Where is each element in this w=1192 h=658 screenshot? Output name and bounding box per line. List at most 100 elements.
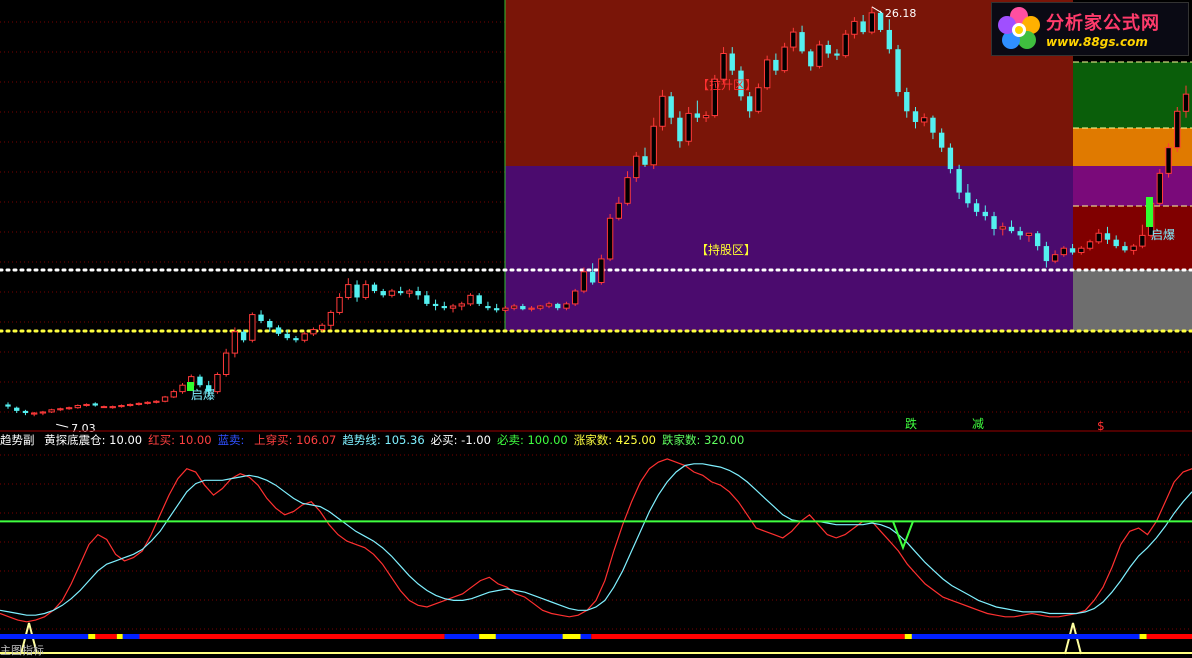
ribbon-segment: [122, 634, 140, 639]
candle-body: [118, 405, 125, 408]
flower-logo-icon: [998, 7, 1040, 49]
candle-body: [868, 12, 876, 33]
candle-body: [528, 307, 535, 310]
ribbon-segment: [904, 634, 912, 639]
candle-body: [921, 117, 928, 123]
watermark-logo: 分析家公式网 www.88gs.com: [991, 2, 1189, 56]
candle-body: [973, 203, 980, 212]
candle-body: [999, 226, 1006, 230]
bottom-indicator-label[interactable]: 主图指标: [0, 642, 44, 658]
candle-body: [476, 295, 482, 304]
candle-body: [580, 271, 588, 292]
candle-body: [485, 306, 491, 309]
candle-body: [109, 406, 116, 409]
candle-body: [126, 403, 134, 407]
candle-body: [5, 404, 11, 407]
candle-body: [659, 95, 666, 127]
candle-body: [877, 12, 884, 30]
candle-body: [284, 333, 290, 339]
watermark-url: www.88gs.com: [1046, 35, 1148, 49]
legend-item: 必买: -1.00: [430, 433, 491, 447]
legend-item: 蓝卖:: [217, 433, 249, 447]
candle-body: [589, 271, 596, 283]
candle-body: [808, 51, 814, 67]
candle-body: [991, 216, 997, 229]
candle-body: [22, 410, 29, 414]
candle-body: [702, 115, 710, 119]
candle-body: [135, 402, 143, 405]
candle-body: [982, 211, 988, 217]
candle-body: [694, 113, 701, 118]
candle-body: [267, 321, 273, 328]
candle-body: [1086, 241, 1094, 249]
candle-body: [345, 284, 352, 298]
candle-body: [956, 169, 962, 193]
ribbon-segment: [116, 634, 123, 639]
zone-lift: [505, 0, 1073, 166]
candle-body: [1069, 248, 1076, 253]
signal-label: 启爆: [191, 388, 215, 402]
candle-body: [1165, 147, 1172, 174]
candle-body: [92, 403, 98, 406]
candle-body: [799, 32, 805, 52]
candle-body: [537, 305, 544, 309]
candle-body: [886, 29, 893, 50]
ribbon-segment: [444, 634, 480, 639]
ribbon-segment: [1146, 634, 1192, 639]
candle-body: [371, 284, 378, 292]
candle-body: [834, 53, 840, 56]
signal-label: 启爆: [1151, 228, 1175, 242]
candle-body: [153, 400, 160, 403]
candle-body: [572, 290, 579, 305]
legend-item: 趋势线: 105.36: [342, 433, 425, 447]
candle-body: [1113, 239, 1119, 247]
candle-body: [83, 403, 90, 407]
ribbon-segment: [495, 634, 563, 639]
candle-body: [938, 132, 945, 148]
candle-body: [895, 49, 901, 93]
candle-body: [851, 20, 858, 35]
candle-body: [275, 327, 282, 334]
candle-body: [179, 384, 186, 393]
candle-body: [633, 155, 640, 179]
candle-body: [362, 284, 369, 298]
candle-body: [441, 306, 447, 309]
watermark-text: 分析家公式网 www.88gs.com: [1046, 9, 1160, 49]
candle-body: [258, 314, 264, 321]
min-arrow: [56, 423, 69, 428]
candle-body: [197, 376, 203, 386]
marker-label: 跌: [905, 416, 917, 431]
candle-body: [790, 31, 797, 48]
candle-body: [310, 329, 317, 335]
candle-body: [720, 53, 727, 80]
candle-body: [48, 409, 55, 413]
candle-body: [354, 284, 360, 298]
candle-body: [74, 405, 81, 409]
zone-hold: [505, 166, 1073, 331]
candle-body: [1156, 172, 1164, 204]
ribbon-segment: [139, 634, 445, 639]
candle-body: [763, 59, 771, 89]
candle-body: [1034, 233, 1041, 247]
candle-body: [458, 303, 465, 307]
legend-items: 黄探底震仓: 10.00 红买: 10.00 蓝卖: 上穿买: 106.07 趋势线:…: [44, 433, 750, 447]
candle-body: [1043, 246, 1050, 262]
candle-body: [598, 258, 605, 283]
candle-body: [1139, 234, 1146, 247]
ribbon-segment: [562, 634, 581, 639]
candle-body: [493, 308, 500, 311]
candle-body: [624, 177, 631, 204]
candle-body: [947, 147, 954, 170]
candle-body: [293, 338, 299, 341]
candle-body: [57, 408, 64, 411]
legend-item: 黄探底震仓: 10.00: [44, 433, 143, 447]
signal-ribbon: [0, 634, 1192, 639]
candle-body: [170, 391, 177, 398]
ribbon-segment: [95, 634, 117, 639]
signal-marker: [1146, 197, 1153, 227]
candle-body: [1078, 247, 1085, 254]
candle-body: [904, 92, 910, 112]
indicator-name[interactable]: 趋势副: [0, 433, 35, 447]
candle-body: [825, 44, 831, 54]
candle-body: [1008, 226, 1015, 232]
